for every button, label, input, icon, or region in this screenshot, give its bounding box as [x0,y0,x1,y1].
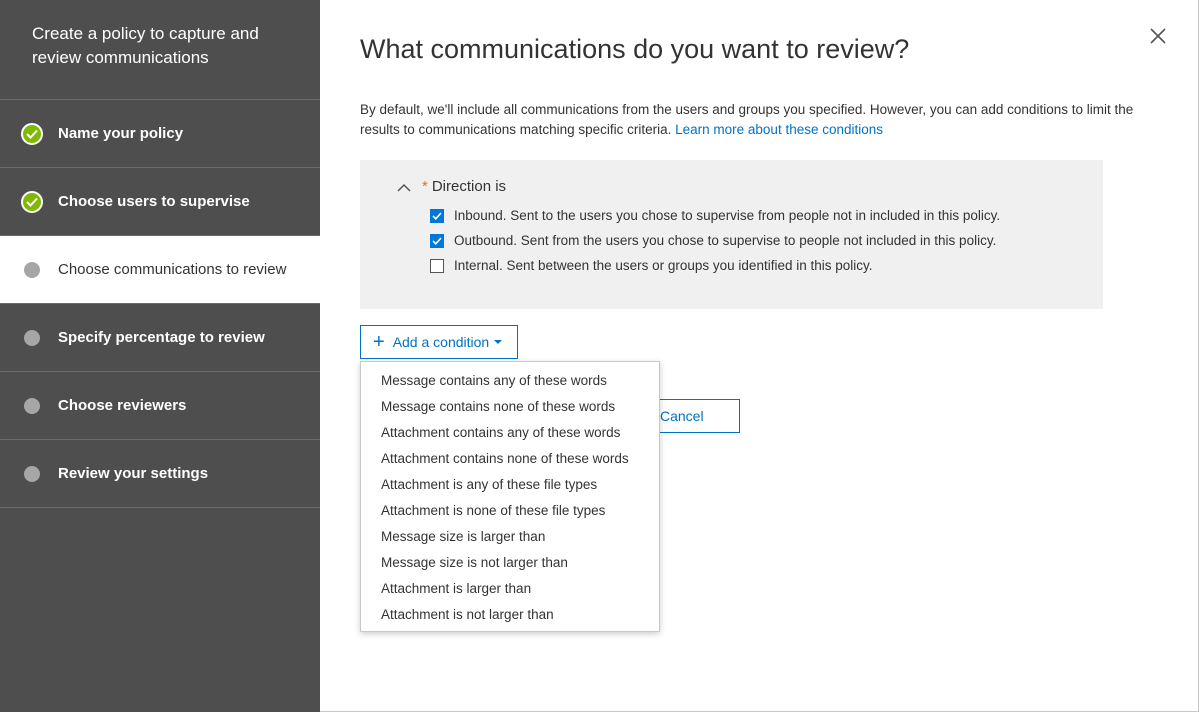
condition-dropdown-menu: Message contains any of these words Mess… [360,361,660,632]
add-condition-button[interactable]: + Add a condition [360,325,518,359]
step-label: Name your policy [58,125,184,142]
step-pending-dot-icon [20,326,43,349]
step-pending-dot-icon [20,462,43,485]
step-label: Choose communications to review [58,261,287,278]
step-label: Review your settings [58,465,209,482]
step-label: Choose reviewers [58,397,187,414]
condition-label: Direction is [431,178,507,195]
direction-condition-panel: * Direction is Inbound. Sent to the user… [360,160,1103,309]
outbound-label: Outbound. Sent from the users you chose … [454,233,997,248]
direction-option-outbound: Outbound. Sent from the users you chose … [430,233,996,248]
step-review-settings[interactable]: Review your settings [0,440,320,508]
dropdown-item[interactable]: Message contains any of these words [361,368,659,394]
internal-label: Internal. Sent between the users or grou… [454,258,873,273]
dropdown-item[interactable]: Attachment is any of these file types [361,472,659,498]
required-marker: * [422,178,428,195]
step-label: Specify percentage to review [58,329,265,346]
condition-header: * Direction is [396,178,506,195]
page-title: What communications do you want to revie… [360,34,910,64]
outbound-checkbox[interactable] [430,233,444,248]
direction-option-inbound: Inbound. Sent to the users you chose to … [430,208,1000,223]
caret-down-icon [494,340,503,344]
direction-option-internal: Internal. Sent between the users or grou… [430,258,873,273]
close-icon[interactable] [1148,26,1168,46]
dropdown-item[interactable]: Message contains none of these words [361,394,659,420]
chevron-up-icon[interactable] [396,181,412,193]
step-label: Choose users to supervise [58,193,250,210]
step-choose-users[interactable]: Choose users to supervise [0,168,320,236]
step-current-dot-icon [20,258,43,281]
inbound-checkbox[interactable] [430,208,444,223]
step-choose-reviewers[interactable]: Choose reviewers [0,372,320,440]
step-specify-percentage[interactable]: Specify percentage to review [0,304,320,372]
step-pending-dot-icon [20,394,43,417]
learn-more-link[interactable]: Learn more about these conditions [675,122,883,137]
dropdown-item[interactable]: Message size is larger than [361,524,659,550]
step-choose-communications[interactable]: Choose communications to review [0,236,320,304]
step-complete-icon [20,190,43,213]
dropdown-item[interactable]: Message size is not larger than [361,550,659,576]
add-condition-label: Add a condition [392,334,490,350]
wizard-title: Create a policy to capture and review co… [0,0,320,100]
intro-text: By default, we'll include all communicat… [360,102,1134,137]
plus-icon: + [373,331,385,353]
dropdown-item[interactable]: Attachment is larger than [361,576,659,602]
inbound-label: Inbound. Sent to the users you chose to … [454,208,1001,223]
dropdown-item[interactable]: Attachment contains none of these words [361,446,659,472]
internal-checkbox[interactable] [430,258,444,273]
wizard-sidebar: Create a policy to capture and review co… [0,0,320,712]
step-complete-icon [20,122,43,145]
dropdown-item[interactable]: Attachment contains any of these words [361,420,659,446]
main-panel: What communications do you want to revie… [320,0,1199,712]
dropdown-item[interactable]: Attachment is not larger than [361,602,659,628]
dropdown-item[interactable]: Attachment is none of these file types [361,498,659,524]
step-name-your-policy[interactable]: Name your policy [0,100,320,168]
